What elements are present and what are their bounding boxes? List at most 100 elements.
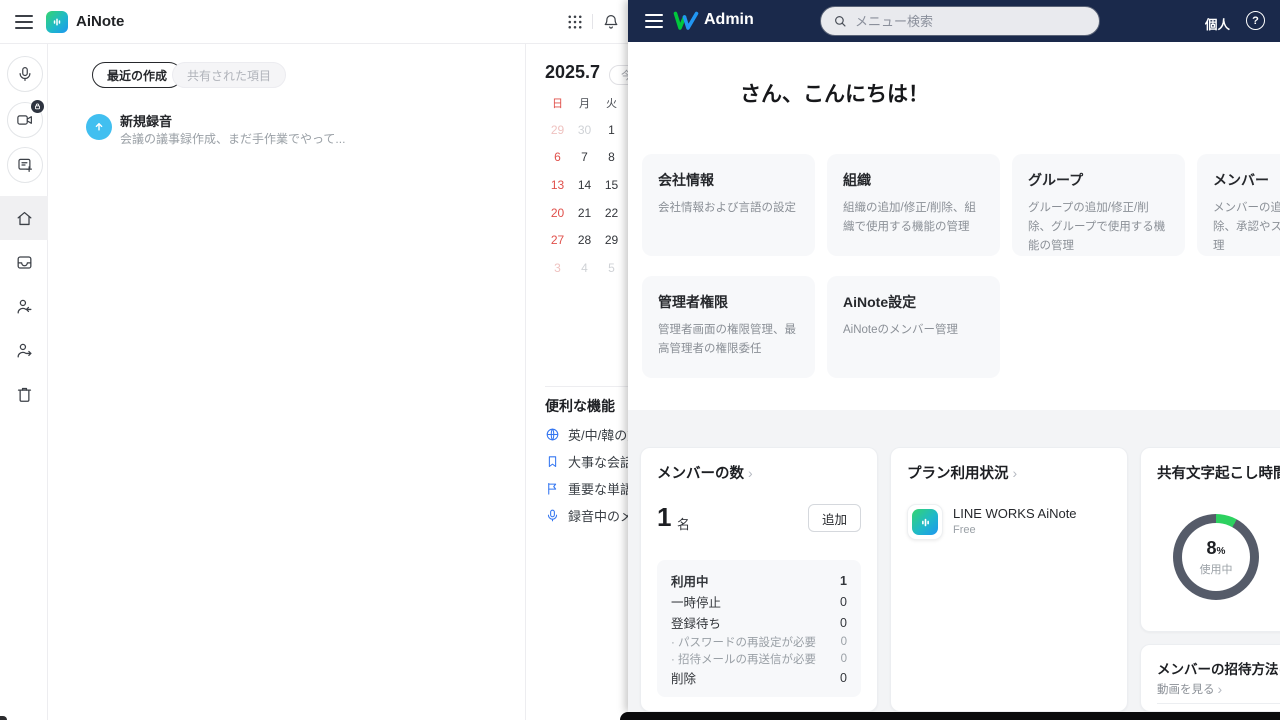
calendar-day[interactable]: 7 — [571, 144, 598, 172]
calendar-day[interactable]: 8 — [598, 144, 625, 172]
features-title: 便利な機能 — [545, 396, 615, 416]
personal-mode-button[interactable]: 個人 — [1205, 14, 1230, 33]
calendar-day[interactable]: 14 — [571, 171, 598, 199]
chevron-right-icon: › — [1013, 465, 1018, 481]
calendar-day[interactable]: 30 — [571, 116, 598, 144]
calendar-day[interactable]: 15 — [598, 171, 625, 199]
ainote-window: AiNote — [0, 0, 628, 720]
watch-video-link[interactable]: 動画を見る › — [1157, 681, 1222, 697]
help-icon[interactable]: ? — [1246, 11, 1265, 30]
calendar-day[interactable]: 4 — [571, 254, 598, 282]
recent-item-subtitle: 会議の議事録作成、まだ手作業でやって... — [120, 130, 345, 147]
card-company-info[interactable]: 会社情報 会社情報および言語の設定 — [642, 154, 815, 256]
divider — [1157, 703, 1280, 704]
status-row-active: 利用中1 — [671, 570, 847, 591]
app-launcher-icon[interactable] — [566, 13, 584, 31]
status-row-deleted: 削除0 — [671, 667, 847, 688]
calendar-grid: 29301267891314151620212223272829303456 — [544, 116, 628, 282]
window-corner — [0, 716, 7, 720]
divider — [545, 386, 628, 387]
greeting-text: さん、こんにちは！ — [740, 78, 929, 108]
calendar-day[interactable]: 20 — [544, 199, 571, 227]
widget-invite-guide: メンバーの招待方法について 動画を見る › — [1140, 644, 1280, 712]
plan-app-name: LINE WORKS AiNote — [953, 506, 1077, 521]
member-count-unit: 名 — [677, 514, 690, 533]
widget-member-count: メンバーの数 › 1 名 追加 利用中1 一時停止0 登録待ち0 · パスワード… — [640, 447, 878, 712]
widget-title-link[interactable]: メンバーの数 › — [657, 462, 753, 483]
bell-icon[interactable] — [602, 13, 620, 31]
calendar-day[interactable]: 21 — [571, 199, 598, 227]
sidebar-item-home[interactable] — [0, 196, 48, 240]
tab-recent-creations[interactable]: 最近の作成 — [92, 62, 182, 88]
sidebar-item-shared-by-me[interactable] — [0, 328, 48, 372]
globe-icon — [545, 427, 560, 442]
ainote-app-icon — [907, 504, 943, 540]
feature-memo[interactable]: 録音中のメモ作成 — [545, 502, 628, 529]
weekday-label: 日 — [544, 95, 571, 111]
admin-brand: Admin — [704, 11, 754, 29]
member-status-panel: 利用中1 一時停止0 登録待ち0 · パスワードの再設定が必要0 · 招待メール… — [657, 560, 861, 697]
search-bar — [820, 6, 1100, 36]
widget-title-link[interactable]: 共有文字起こし時間 › — [1157, 462, 1280, 483]
calendar-day[interactable]: 28 — [571, 226, 598, 254]
feature-bookmark[interactable]: 大事な会話のブックマーク — [545, 448, 628, 475]
recent-item-title: 新規録音 — [120, 111, 172, 130]
record-audio-button[interactable] — [7, 56, 43, 92]
calendar-day[interactable]: 5 — [598, 254, 625, 282]
admin-header: Admin 個人 ? — [628, 0, 1280, 42]
menu-icon[interactable] — [15, 15, 33, 29]
record-video-button[interactable] — [7, 102, 43, 138]
tab-shared-items[interactable]: 共有された項目 — [172, 62, 286, 88]
ainote-sidebar — [0, 44, 48, 720]
lock-icon — [31, 100, 44, 113]
search-icon — [833, 14, 847, 28]
status-row-password-reset: · パスワードの再設定が必要0 — [671, 633, 847, 650]
calendar-day[interactable]: 6 — [544, 144, 571, 172]
calendar-weekdays: 日 月 火 水 — [544, 95, 628, 111]
weekday-label: 火 — [598, 95, 625, 111]
recent-item[interactable]: 新規録音 会議の議事録作成、まだ手作業でやって... — [84, 108, 504, 150]
divider — [525, 44, 526, 720]
card-group[interactable]: グループ グループの追加/修正/削除、グループで使用する機能の管理 — [1012, 154, 1185, 256]
ainote-topbar: AiNote — [0, 0, 628, 44]
calendar-day[interactable]: 29 — [544, 116, 571, 144]
widget-plan-usage: プラン利用状況 › LINE WORKS AiNote Free — [890, 447, 1128, 712]
feature-transcription[interactable]: 英/中/韓の文字起こし — [545, 421, 628, 448]
card-organization[interactable]: 組織 組織の追加/修正/削除、組織で使用する機能の管理 — [827, 154, 1000, 256]
window-bottom-edge — [620, 712, 1280, 720]
status-row-pending: 登録待ち0 — [671, 612, 847, 633]
calendar-day[interactable]: 29 — [598, 226, 625, 254]
new-note-button[interactable] — [7, 147, 43, 183]
lineworks-logo-icon — [673, 9, 699, 33]
widget-transcription-time: 共有文字起こし時間 › 8% 使用中 — [1140, 447, 1280, 632]
features-list: 英/中/韓の文字起こし 大事な会話のブックマーク 重要な単語/文章の登録 録音中… — [545, 421, 628, 529]
usage-donut-label: 8% 使用中 — [1173, 514, 1259, 600]
plan-tier: Free — [953, 524, 976, 536]
card-ainote-settings[interactable]: AiNote設定 AiNoteのメンバー管理 — [827, 276, 1000, 378]
calendar-day[interactable]: 1 — [598, 116, 625, 144]
card-admin-rights[interactable]: 管理者権限 管理者画面の権限管理、最高管理者の権限委任 — [642, 276, 815, 378]
widget-title-link[interactable]: プラン利用状況 › — [907, 462, 1017, 483]
chevron-right-icon: › — [748, 465, 753, 481]
chevron-right-icon: › — [1218, 681, 1223, 697]
today-button[interactable]: 今日 — [609, 65, 628, 85]
sidebar-item-trash[interactable] — [0, 372, 48, 416]
mic-icon — [545, 508, 560, 523]
invite-guide-title[interactable]: メンバーの招待方法について — [1157, 658, 1280, 678]
add-member-button[interactable]: 追加 — [808, 504, 861, 532]
calendar-day[interactable]: 3 — [544, 254, 571, 282]
calendar-day[interactable]: 22 — [598, 199, 625, 227]
sidebar-item-inbox[interactable] — [0, 240, 48, 284]
divider — [592, 14, 593, 29]
calendar-day[interactable]: 13 — [544, 171, 571, 199]
upload-icon — [86, 114, 112, 140]
calendar-day[interactable]: 27 — [544, 226, 571, 254]
menu-icon[interactable] — [645, 14, 663, 28]
card-member[interactable]: メンバー メンバーの追加/修正/削除、承認やステータスの管理 — [1197, 154, 1280, 256]
screen: AiNote — [0, 0, 1280, 720]
sidebar-item-shared-with-me[interactable] — [0, 284, 48, 328]
search-input[interactable] — [855, 14, 1087, 29]
weekday-label: 月 — [571, 95, 598, 111]
flag-icon — [545, 481, 560, 496]
feature-keywords[interactable]: 重要な単語/文章の登録 — [545, 475, 628, 502]
